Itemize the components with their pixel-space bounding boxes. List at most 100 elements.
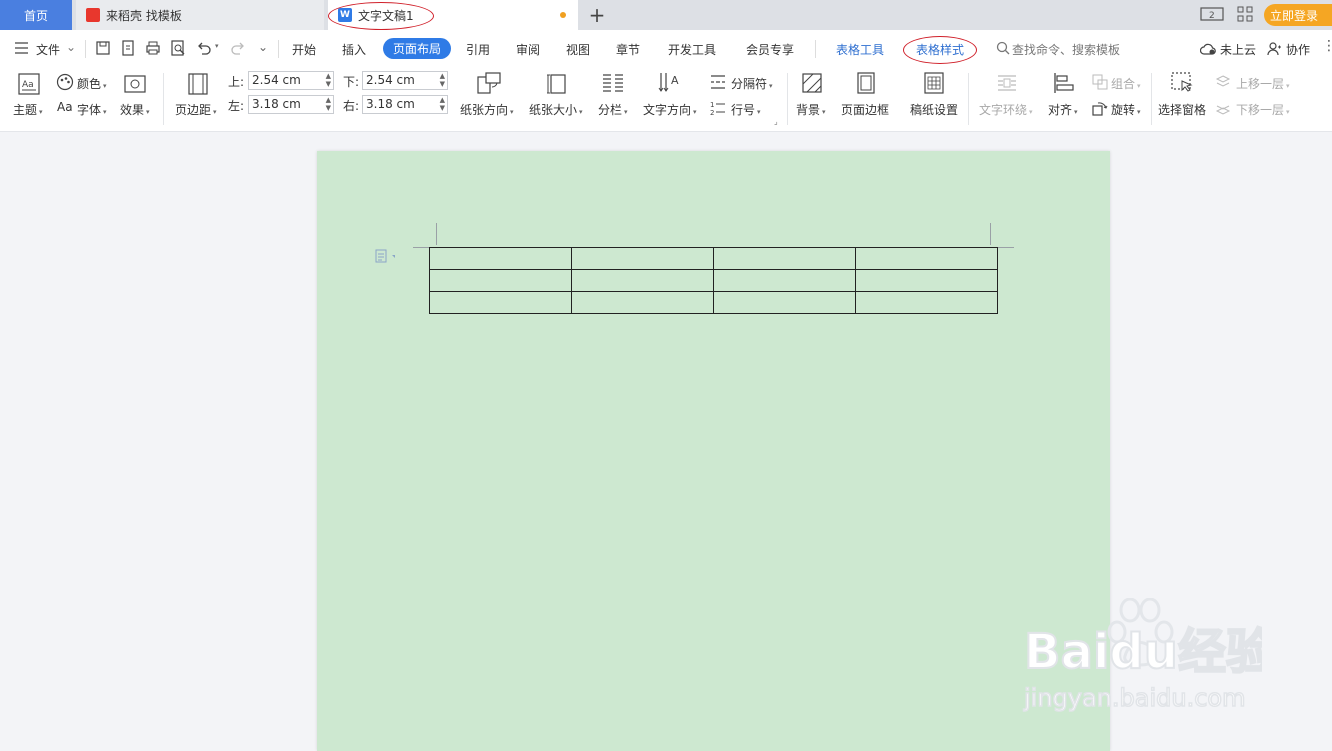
- selection-pane-icon[interactable]: [1171, 72, 1193, 94]
- separator-button[interactable]: 分隔符 ▾: [731, 75, 773, 92]
- line-numbers-button[interactable]: 行号 ▾: [731, 101, 761, 118]
- text-direction-icon[interactable]: A: [658, 71, 682, 95]
- orientation-icon[interactable]: [476, 71, 502, 95]
- quick-access-more-icon[interactable]: ⌄: [258, 40, 268, 54]
- paper-size-button[interactable]: 纸张大小 ▾: [529, 101, 583, 118]
- color-button[interactable]: 颜色 ▾: [77, 75, 107, 92]
- divider: [278, 40, 279, 58]
- table-cell[interactable]: [571, 291, 714, 314]
- collaborate-button[interactable]: 协作: [1286, 41, 1310, 58]
- margin-left-input[interactable]: 3.18 cm ▲ ▼: [248, 95, 334, 114]
- margin-right-label: 右:: [343, 99, 360, 113]
- file-menu[interactable]: 文件: [36, 41, 60, 58]
- table-cell[interactable]: [713, 247, 856, 270]
- menu-member[interactable]: 会员专享: [746, 41, 794, 58]
- background-button[interactable]: 背景 ▾: [796, 101, 826, 118]
- search-icon: [996, 41, 1010, 55]
- tab-daoke[interactable]: 来稻壳 找模板: [76, 0, 324, 30]
- share-more-icon[interactable]: ⋮: [1322, 38, 1332, 54]
- background-icon[interactable]: [801, 72, 823, 94]
- columns-button[interactable]: 分栏 ▾: [598, 101, 628, 118]
- page-border-button[interactable]: 页面边框: [841, 101, 889, 118]
- window-layout-icon[interactable]: 2: [1200, 6, 1224, 22]
- dialog-launcher-icon[interactable]: ⌟: [774, 117, 778, 126]
- manuscript-button[interactable]: 稿纸设置: [910, 101, 958, 118]
- undo-icon[interactable]: [196, 40, 212, 56]
- menu-hamburger-icon[interactable]: [14, 41, 29, 55]
- document-page[interactable]: [317, 151, 1110, 751]
- spinner-icon[interactable]: ▲ ▼: [440, 96, 445, 112]
- save-icon[interactable]: [95, 40, 111, 56]
- file-menu-chevron-icon[interactable]: ⌄: [66, 40, 76, 54]
- table-cell[interactable]: [571, 247, 714, 270]
- rotate-button[interactable]: 旋转 ▾: [1111, 101, 1141, 118]
- menu-view[interactable]: 视图: [566, 41, 590, 58]
- margins-icon[interactable]: [187, 73, 209, 95]
- search-command-input[interactable]: 查找命令、搜索模板: [1012, 41, 1120, 58]
- page-border-icon[interactable]: [855, 72, 877, 94]
- print-icon[interactable]: [145, 40, 161, 56]
- spinner-icon[interactable]: ▲ ▼: [326, 96, 331, 112]
- print-preview-icon[interactable]: [170, 40, 186, 56]
- menu-review[interactable]: 审阅: [516, 41, 540, 58]
- group-button[interactable]: 组合 ▾: [1111, 75, 1141, 92]
- align-button[interactable]: 对齐 ▾: [1048, 101, 1078, 118]
- redo-icon[interactable]: [230, 40, 246, 56]
- tab-home[interactable]: 首页: [0, 0, 72, 30]
- menu-section[interactable]: 章节: [616, 41, 640, 58]
- table-cell[interactable]: [429, 291, 572, 314]
- margin-corner-mark: [436, 223, 437, 245]
- text-direction-button[interactable]: 文字方向 ▾: [643, 101, 697, 118]
- effect-button[interactable]: 效果 ▾: [120, 101, 150, 118]
- font-button[interactable]: 字体 ▾: [77, 101, 107, 118]
- margin-top-value: 2.54 cm: [252, 73, 301, 87]
- manuscript-icon[interactable]: [923, 72, 945, 94]
- paragraph-handle-icon[interactable]: [369, 249, 395, 263]
- login-button[interactable]: 立即登录: [1264, 4, 1332, 26]
- table-cell[interactable]: [713, 269, 856, 292]
- text-wrap-icon[interactable]: [996, 72, 1018, 94]
- menu-insert[interactable]: 插入: [342, 41, 366, 58]
- menu-table-tools[interactable]: 表格工具: [836, 41, 884, 58]
- menu-page-layout[interactable]: 页面布局: [383, 38, 451, 59]
- export-pdf-icon[interactable]: [120, 40, 136, 56]
- table-row: [429, 247, 998, 270]
- margin-top-input[interactable]: 2.54 cm ▲ ▼: [248, 71, 334, 90]
- apps-grid-icon[interactable]: [1237, 6, 1253, 22]
- table-cell[interactable]: [855, 291, 998, 314]
- tab-document[interactable]: W 文字文稿1: [328, 0, 578, 30]
- menu-table-style[interactable]: 表格样式: [916, 41, 964, 58]
- menu-developer[interactable]: 开发工具: [668, 41, 716, 58]
- menu-start[interactable]: 开始: [292, 41, 316, 58]
- bring-forward-button[interactable]: 上移一层 ▾: [1236, 75, 1290, 92]
- theme-button[interactable]: 主题 ▾: [13, 101, 43, 118]
- table-cell[interactable]: [855, 247, 998, 270]
- table-cell[interactable]: [713, 291, 856, 314]
- text-wrap-button[interactable]: 文字环绕 ▾: [979, 101, 1033, 118]
- table-cell[interactable]: [571, 269, 714, 292]
- table-cell[interactable]: [429, 247, 572, 270]
- orientation-button[interactable]: 纸张方向 ▾: [460, 101, 514, 118]
- send-backward-button[interactable]: 下移一层 ▾: [1236, 101, 1290, 118]
- cloud-status[interactable]: 未上云: [1220, 41, 1256, 58]
- selection-pane-button[interactable]: 选择窗格: [1158, 101, 1206, 118]
- margin-right-value: 3.18 cm: [366, 97, 415, 111]
- margin-bottom-input[interactable]: 2.54 cm ▲ ▼: [362, 71, 448, 90]
- table-cell[interactable]: [855, 269, 998, 292]
- spinner-icon[interactable]: ▲ ▼: [440, 72, 445, 88]
- effect-icon[interactable]: [124, 75, 146, 93]
- new-tab-button[interactable]: +: [586, 3, 608, 27]
- document-table[interactable]: [429, 247, 998, 314]
- margin-right-input[interactable]: 3.18 cm ▲ ▼: [362, 95, 448, 114]
- send-backward-icon: [1215, 105, 1231, 115]
- align-icon[interactable]: [1053, 72, 1075, 94]
- columns-icon[interactable]: [602, 72, 624, 94]
- menu-references[interactable]: 引用: [466, 41, 490, 58]
- spinner-icon[interactable]: ▲ ▼: [326, 72, 331, 88]
- ribbon-divider: [968, 73, 969, 125]
- undo-dropdown-icon[interactable]: ▾: [215, 42, 219, 50]
- theme-icon[interactable]: Aa: [18, 73, 40, 95]
- margins-button[interactable]: 页边距 ▾: [175, 101, 217, 118]
- paper-size-icon[interactable]: [546, 71, 568, 95]
- table-cell[interactable]: [429, 269, 572, 292]
